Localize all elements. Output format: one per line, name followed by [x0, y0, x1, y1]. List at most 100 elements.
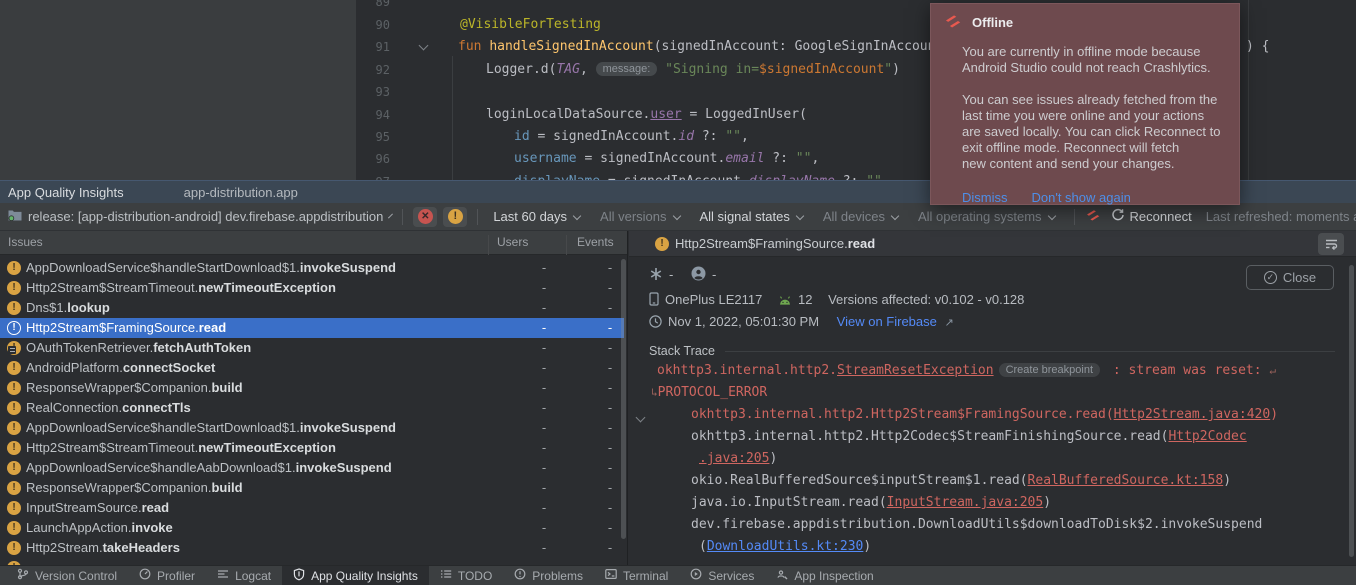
detail-scrollbar[interactable] [1349, 265, 1354, 557]
stack-frame-link[interactable]: RealBufferedSource.kt:158 [1028, 473, 1224, 488]
code-token: fun [458, 39, 489, 54]
issue-row[interactable]: !Dns$1.lookup-- [0, 298, 624, 318]
fatal-filter-toggle[interactable]: ✕ [413, 207, 437, 227]
stack-frame-text: dev.firebase.appdistribution.DownloadUti… [691, 517, 1262, 532]
tool-window-button-todo[interactable]: TODO [429, 566, 503, 585]
aqi-file-tab[interactable]: app-distribution.app [184, 185, 298, 200]
issue-row[interactable]: !Http2Stream$FramingSource.read-- [0, 318, 624, 338]
last-refreshed-text: Last refreshed: moments a [1206, 209, 1356, 224]
todo-icon [440, 568, 452, 583]
issue-row[interactable]: !AppDownloadService$handleStartDownload$… [0, 258, 624, 278]
reconnect-button[interactable]: Reconnect [1130, 209, 1192, 224]
issue-row[interactable]: !AppDownloadService$handleStartDownload$… [0, 418, 624, 438]
line-number: 95 [0, 126, 390, 148]
dismiss-link[interactable]: Dismiss [962, 190, 1008, 205]
code-token: email [725, 151, 764, 166]
issue-users-count: - [532, 358, 556, 378]
issue-row[interactable]: !AppDownloadService$handleAabDownload$1.… [0, 458, 624, 478]
code-token: $signedInAccount [759, 62, 884, 77]
fold-icon[interactable] [419, 41, 429, 51]
issue-row[interactable]: !ResponseWrapper$Companion.build-- [0, 378, 624, 398]
issue-events-count: - [598, 498, 622, 518]
tool-window-button-terminal[interactable]: Terminal [594, 566, 679, 585]
tool-window-button-logcat[interactable]: Logcat [206, 566, 282, 585]
tool-window-button-app-quality-insights[interactable]: App Quality Insights [282, 566, 429, 585]
issue-events-count: - [598, 298, 622, 318]
issue-row[interactable]: !AndroidPlatform.connectSocket-- [0, 358, 624, 378]
issue-row[interactable]: !OAuthTokenRetriever.fetchAuthToken-- [0, 338, 624, 358]
issue-events-count: - [598, 338, 622, 358]
refresh-icon[interactable] [1111, 208, 1125, 225]
issue-row[interactable]: !Http2Stream$StreamTimeout.newTimeoutExc… [0, 278, 624, 298]
issue-name: LaunchAppAction.invoke [26, 518, 173, 538]
code-text[interactable]: displayName = signedInAccount.displayNam… [430, 171, 882, 180]
stack-frame-text: ) [769, 451, 777, 466]
issue-row[interactable]: !RealConnection.connectTls-- [0, 398, 624, 418]
issue-users-count: - [532, 318, 556, 338]
device-info-row: OnePlus LE2117 12 Versions affected: v0.… [649, 290, 1024, 310]
tool-window-button-problems[interactable]: Problems [503, 566, 594, 585]
issue-events-count: - [598, 518, 622, 538]
issues-list-header[interactable]: Issues Users Events [0, 231, 628, 255]
issue-events-count: - [598, 318, 622, 338]
offline-message-paragraph: You are currently in offline mode becaus… [962, 44, 1230, 76]
tool-window-button-version-control[interactable]: Version Control [6, 566, 128, 585]
stack-frame-link[interactable]: Http2Codec [1168, 429, 1246, 444]
stack-frame-text: ↳ [651, 386, 658, 399]
issue-events-count: - [598, 458, 622, 478]
code-text[interactable]: @VisibleForTesting [430, 14, 601, 36]
filter-dropdown-all-versions[interactable]: All versions [600, 209, 683, 224]
code-token: handleSignedInAccount [489, 39, 653, 54]
column-issues[interactable]: Issues [8, 235, 43, 249]
stack-frame-link[interactable]: InputStream.java:205 [887, 495, 1044, 510]
code-text[interactable]: username = signedInAccount.email ?: "", [430, 148, 819, 170]
filter-dropdown-all-signal-states[interactable]: All signal states [700, 209, 807, 224]
note-badge-icon [8, 346, 16, 354]
code-text[interactable]: Logger.d(TAG, message: "Signing in=$sign… [430, 59, 900, 81]
stack-frame-text: ) [1270, 407, 1278, 422]
issue-row[interactable]: !Http2Stream.takeHeaders-- [0, 538, 624, 558]
code-text[interactable]: fun handleSignedInAccount(signedInAccoun… [430, 36, 943, 58]
tool-window-button-label: Version Control [35, 569, 117, 583]
issue-row[interactable]: !Http2Stream$StreamTimeout.newTimeoutExc… [0, 438, 624, 458]
issue-events-count: - [598, 438, 622, 458]
issue-row[interactable]: !LaunchAppAction.invoke-- [0, 518, 624, 538]
issue-row[interactable]: ! [0, 558, 624, 565]
chevron-down-icon [891, 211, 899, 219]
issues-scrollbar[interactable] [621, 259, 626, 539]
code-text[interactable]: id = signedInAccount.id ?: "", [430, 126, 749, 148]
filter-dropdown-last-60-days[interactable]: Last 60 days [493, 209, 584, 224]
column-events[interactable]: Events [577, 235, 614, 249]
tool-window-button-services[interactable]: Services [679, 566, 765, 585]
chevron-down-icon [1047, 211, 1055, 219]
soft-wrap-icon[interactable] [1318, 233, 1344, 255]
stack-frame-link[interactable]: Http2Stream.java:420 [1114, 407, 1271, 422]
filter-dropdown-all-operating-systems[interactable]: All operating systems [918, 209, 1059, 224]
issue-row[interactable]: !InputStreamSource.read-- [0, 498, 624, 518]
toolbar-separator [477, 209, 478, 225]
issue-name: Http2Stream$StreamTimeout.newTimeoutExce… [26, 278, 336, 298]
release-dropdown[interactable]: release: [app-distribution-android] dev.… [28, 209, 383, 224]
fatal-icon: ✕ [418, 209, 433, 224]
tool-window-button-app-inspection[interactable]: App Inspection [765, 566, 884, 585]
filter-dropdown-all-devices[interactable]: All devices [823, 209, 902, 224]
dont-show-again-link[interactable]: Don't show again [1032, 190, 1131, 205]
stack-frame-link[interactable]: .java:205 [699, 451, 769, 466]
stack-trace-line: ↳PROTOCOL_ERROR [629, 385, 1349, 407]
stack-frame-link[interactable]: DownloadUtils.kt:230 [707, 539, 864, 554]
services-icon [690, 568, 702, 583]
issue-users-count: - [532, 478, 556, 498]
close-button[interactable]: ✓ Close [1246, 265, 1334, 290]
code-text[interactable]: loginLocalDataSource.user = LoggedInUser… [430, 104, 807, 126]
stack-frame-link[interactable]: StreamResetException [837, 363, 994, 378]
issue-row[interactable]: !ResponseWrapper$Companion.build-- [0, 478, 624, 498]
stack-trace-line: dev.firebase.appdistribution.DownloadUti… [629, 517, 1349, 539]
view-on-firebase-link[interactable]: View on Firebase [837, 314, 937, 329]
line-number: 94 [0, 104, 390, 126]
issue-detail-title-bar: ! Http2Stream$FramingSource.read [629, 231, 1356, 257]
tool-window-button-profiler[interactable]: Profiler [128, 566, 206, 585]
code-token: ?: [694, 129, 725, 144]
warning-icon: ! [7, 461, 21, 475]
column-users[interactable]: Users [497, 235, 528, 249]
nonfatal-filter-toggle[interactable]: ! [443, 207, 467, 227]
